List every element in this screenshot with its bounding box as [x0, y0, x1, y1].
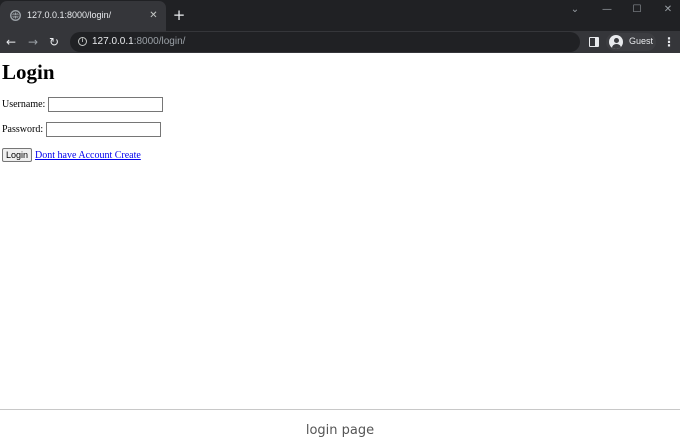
side-panel-icon[interactable]	[589, 37, 599, 47]
url-path: :8000/login/	[133, 36, 186, 47]
password-row: Password:	[2, 122, 162, 137]
tab-close-icon[interactable]: ✕	[147, 9, 160, 22]
profile-name: Guest	[629, 36, 654, 46]
caption-divider	[0, 409, 680, 410]
browser-toolbar: ← → ↻ i 127.0.0.1:8000/login/ Guest ⋮	[0, 31, 680, 53]
tab-strip: 127.0.0.1:8000/login/ ✕ + ⌄ — ☐ ✕	[0, 0, 680, 31]
actions-row: Login Dont have Account Create	[2, 148, 141, 162]
password-label: Password:	[2, 124, 44, 135]
minimize-icon[interactable]: —	[597, 2, 617, 18]
window-close-icon[interactable]: ✕	[658, 2, 678, 18]
page-content: Login Username: Password: Login Dont hav…	[0, 53, 680, 409]
profile-button[interactable]: Guest	[606, 33, 656, 51]
address-bar[interactable]: i 127.0.0.1:8000/login/	[70, 32, 580, 52]
maximize-icon[interactable]: ☐	[627, 2, 647, 18]
username-input[interactable]	[48, 97, 164, 112]
site-info-icon[interactable]: i	[78, 37, 87, 46]
page-title: Login	[2, 60, 55, 84]
new-tab-icon[interactable]: +	[171, 7, 187, 23]
kebab-menu-icon[interactable]: ⋮	[663, 34, 675, 50]
username-label: Username:	[2, 99, 46, 110]
tab-search-icon[interactable]: ⌄	[565, 2, 585, 18]
browser-tab[interactable]: 127.0.0.1:8000/login/ ✕	[0, 1, 166, 31]
login-button[interactable]: Login	[2, 148, 33, 162]
guest-avatar-icon	[609, 35, 623, 49]
url-host: 127.0.0.1	[92, 36, 134, 47]
globe-icon	[10, 10, 21, 21]
password-input[interactable]	[46, 122, 162, 137]
create-account-link[interactable]: Dont have Account Create	[35, 150, 141, 161]
username-row: Username:	[2, 97, 164, 112]
url-text[interactable]: 127.0.0.1:8000/login/	[92, 36, 185, 47]
forward-icon[interactable]: →	[25, 34, 41, 50]
tab-title: 127.0.0.1:8000/login/	[27, 10, 112, 20]
back-icon[interactable]: ←	[3, 34, 19, 50]
figure-caption: login page	[305, 423, 375, 438]
reload-icon[interactable]: ↻	[46, 34, 62, 50]
